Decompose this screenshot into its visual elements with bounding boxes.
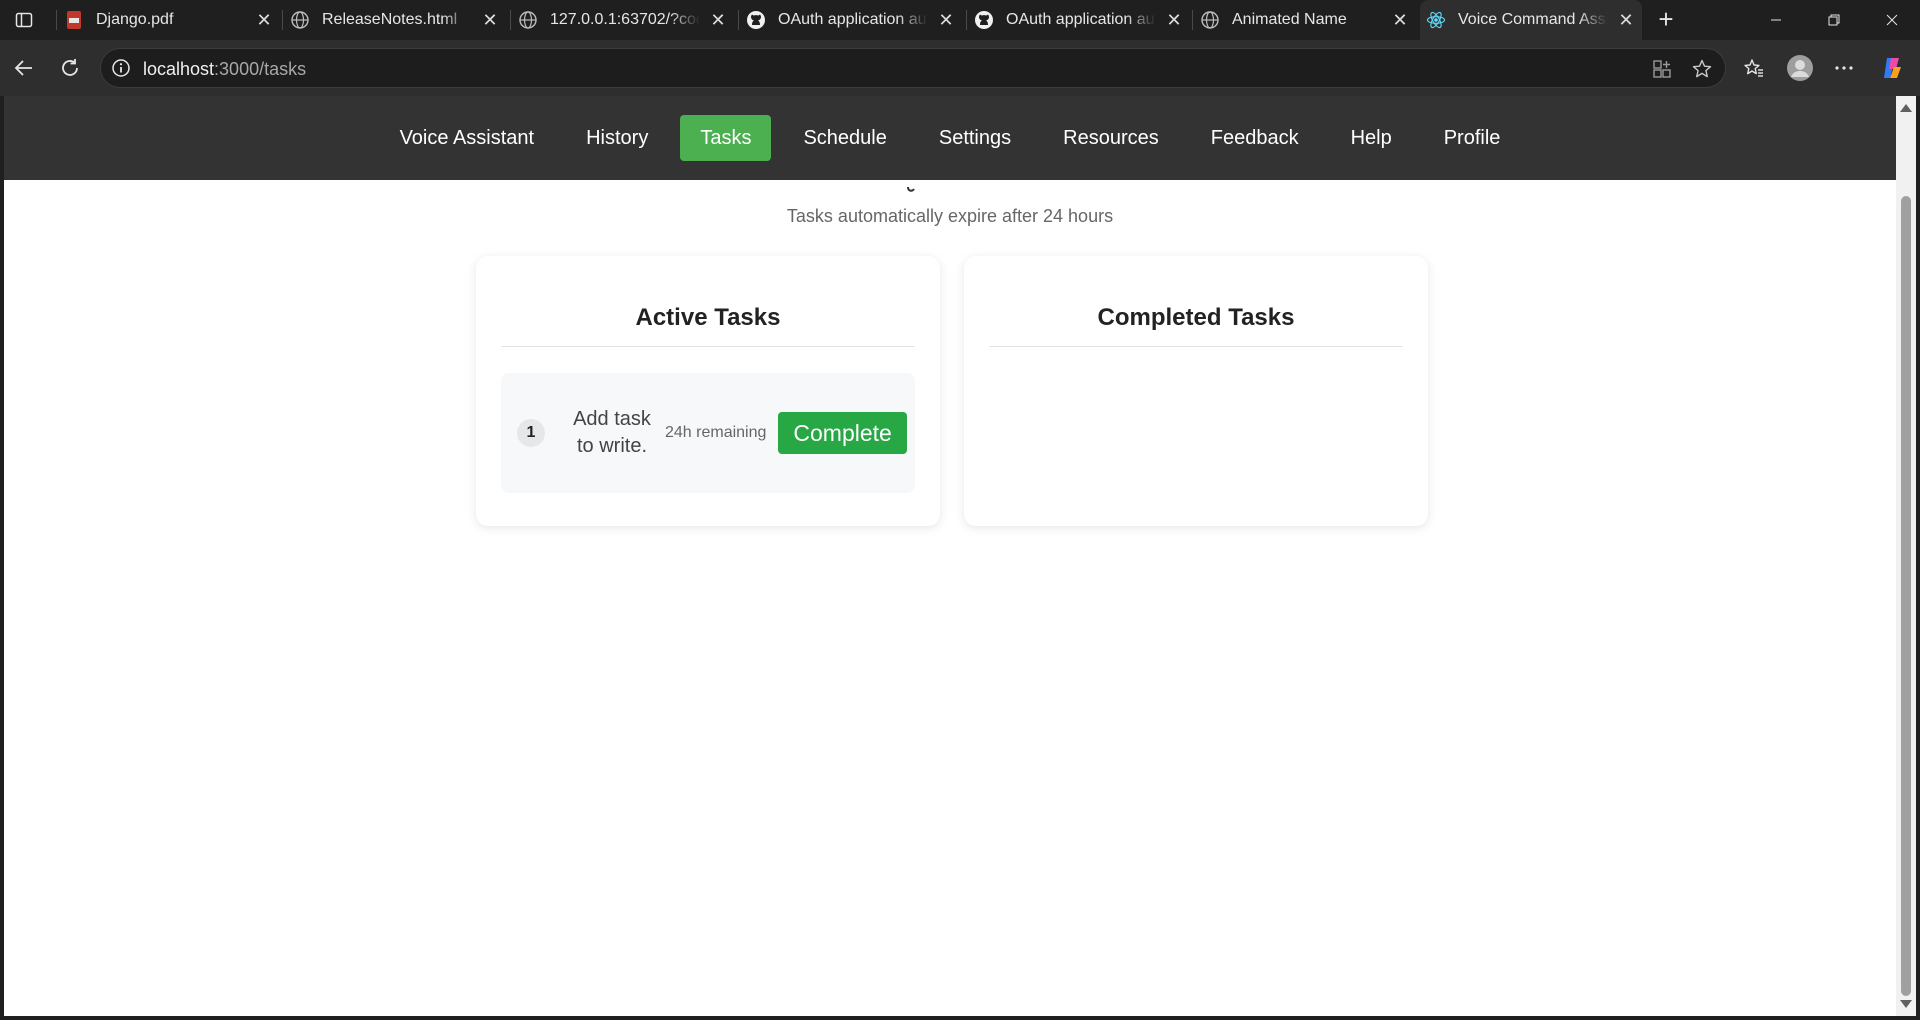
nav-profile[interactable]: Profile (1424, 115, 1521, 161)
tab-separator (1192, 10, 1193, 30)
url-text: localhost:3000/tasks (143, 58, 306, 80)
github-icon (746, 10, 766, 30)
close-icon[interactable]: ✕ (252, 8, 276, 32)
tab-title: 127.0.0.1:63702/?code (550, 11, 700, 28)
tab-title: ReleaseNotes.html (322, 11, 458, 28)
nav-schedule[interactable]: Schedule (783, 115, 906, 161)
nav-history[interactable]: History (566, 115, 668, 161)
window-frame-right (1916, 96, 1920, 1020)
close-icon[interactable]: ✕ (1614, 8, 1638, 32)
task-time-remaining: 24h remaining (665, 424, 767, 441)
tab-strip: Django.pdf ✕ ReleaseNotes.html ✕ 127.0.0… (0, 0, 1920, 40)
browser-toolbar: localhost:3000/tasks (0, 40, 1920, 96)
completed-tasks-card: Completed Tasks (964, 256, 1428, 526)
more-options-icon[interactable] (1826, 50, 1862, 86)
close-icon[interactable]: ✕ (1162, 8, 1186, 32)
pdf-icon (64, 10, 84, 30)
active-tasks-card: Active Tasks 1 Add task to write. 24h re… (476, 256, 940, 526)
clipped-heading-glyph (904, 180, 924, 192)
tab-title: Voice Command Assist (1458, 11, 1608, 28)
tab-voice-command[interactable]: Voice Command Assist ✕ (1420, 0, 1642, 40)
app-available-icon[interactable] (1651, 58, 1673, 80)
info-icon[interactable] (111, 58, 131, 78)
tab-title: OAuth application auth (1006, 11, 1156, 28)
completed-tasks-heading: Completed Tasks (989, 280, 1403, 347)
nav-help[interactable]: Help (1331, 115, 1412, 161)
tab-oauth-2[interactable]: OAuth application auth ✕ (968, 0, 1190, 40)
page-scrollbar[interactable] (1896, 96, 1916, 1016)
tab-title: OAuth application auth (778, 11, 928, 28)
app-nav: Voice Assistant History Tasks Schedule S… (4, 96, 1896, 180)
scroll-down-arrow-icon[interactable] (1900, 1000, 1912, 1008)
globe-icon (1200, 10, 1220, 30)
scrollbar-thumb[interactable] (1901, 196, 1911, 996)
copilot-icon[interactable] (1874, 50, 1910, 86)
task-number: 1 (517, 419, 545, 447)
tab-title: Django.pdf (96, 11, 174, 28)
restore-icon[interactable] (1806, 0, 1862, 40)
tab-release-notes[interactable]: ReleaseNotes.html ✕ (284, 0, 506, 40)
address-bar[interactable]: localhost:3000/tasks (100, 48, 1726, 88)
react-icon (1426, 10, 1446, 30)
refresh-icon[interactable] (52, 50, 88, 86)
tab-separator (966, 10, 967, 30)
close-icon[interactable]: ✕ (1388, 8, 1412, 32)
window-close-icon[interactable] (1864, 0, 1920, 40)
tab-separator (282, 10, 283, 30)
new-tab-icon[interactable]: + (1650, 6, 1682, 34)
nav-resources[interactable]: Resources (1043, 115, 1179, 161)
minimize-icon[interactable] (1748, 0, 1804, 40)
tab-localhost-code[interactable]: 127.0.0.1:63702/?code ✕ (512, 0, 734, 40)
task-columns: Active Tasks 1 Add task to write. 24h re… (476, 256, 1428, 526)
globe-icon (518, 10, 538, 30)
nav-voice-assistant[interactable]: Voice Assistant (380, 115, 555, 161)
tab-title: Animated Name (1232, 11, 1347, 28)
tab-separator (738, 10, 739, 30)
github-icon (974, 10, 994, 30)
task-item: 1 Add task to write. 24h remaining Compl… (501, 373, 915, 493)
globe-icon (290, 10, 310, 30)
scroll-up-arrow-icon[interactable] (1900, 104, 1912, 112)
tab-separator (510, 10, 511, 30)
close-icon[interactable]: ✕ (934, 8, 958, 32)
complete-task-button[interactable]: Complete (778, 412, 907, 454)
url-path: :3000/tasks (214, 59, 307, 79)
close-icon[interactable]: ✕ (478, 8, 502, 32)
nav-tasks[interactable]: Tasks (680, 115, 772, 161)
nav-feedback[interactable]: Feedback (1191, 115, 1319, 161)
favorites-icon[interactable] (1736, 50, 1772, 86)
tab-django-pdf[interactable]: Django.pdf ✕ (58, 0, 280, 40)
tab-actions-icon[interactable] (8, 6, 40, 34)
task-text: Add task to write. (573, 408, 651, 457)
page-viewport: Voice Assistant History Tasks Schedule S… (4, 96, 1896, 1016)
close-icon[interactable]: ✕ (706, 8, 730, 32)
window-frame-bottom (0, 1016, 1920, 1020)
active-tasks-heading: Active Tasks (501, 280, 915, 347)
favorite-star-icon[interactable] (1691, 58, 1713, 80)
page-subtitle: Tasks automatically expire after 24 hour… (786, 206, 1114, 226)
url-host: localhost (143, 59, 215, 79)
nav-settings[interactable]: Settings (919, 115, 1031, 161)
tab-separator (56, 10, 57, 30)
tab-oauth-1[interactable]: OAuth application auth ✕ (740, 0, 962, 40)
tab-animated-name[interactable]: Animated Name ✕ (1194, 0, 1416, 40)
back-icon[interactable] (6, 50, 42, 86)
profile-avatar-icon[interactable] (1782, 50, 1818, 86)
